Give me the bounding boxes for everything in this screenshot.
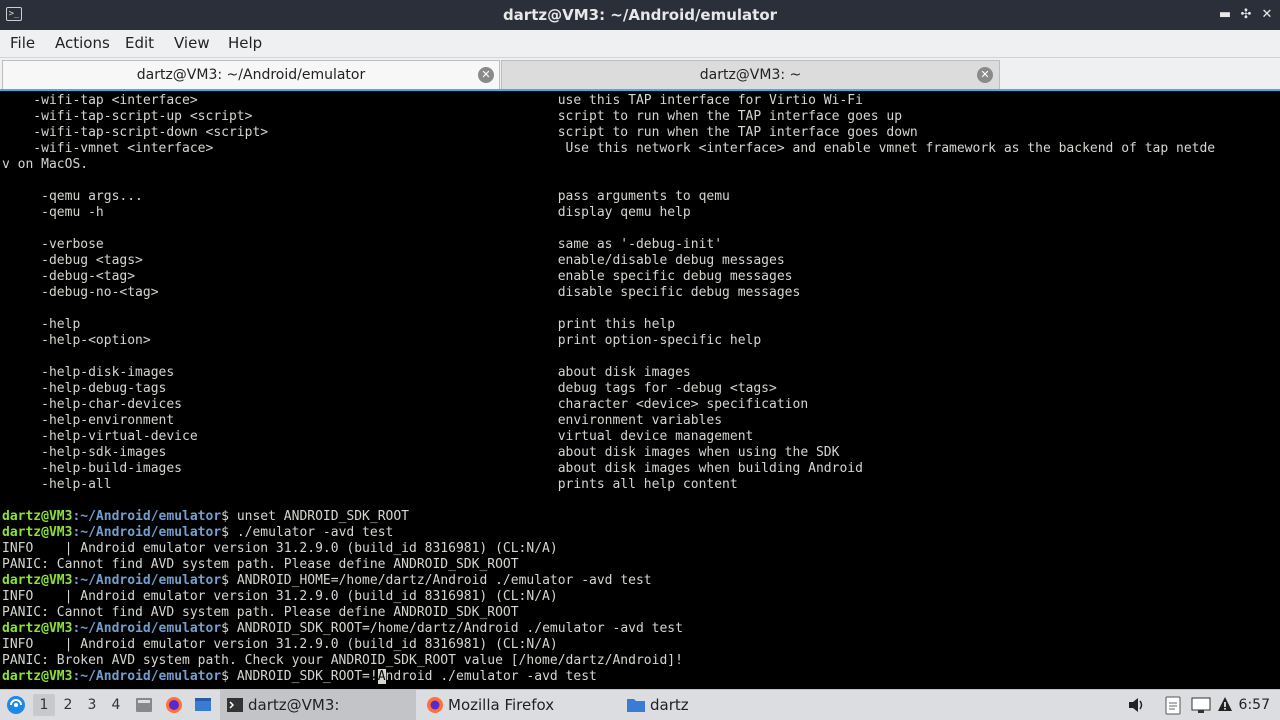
help-line: -help-virtual-device virtual device mana… <box>2 429 754 444</box>
output-line: PANIC: Broken AVD system path. Check you… <box>2 653 683 668</box>
window-titlebar[interactable]: >_ dartz@VM3: ~/Android/emulator ▬ ✣ ✕ <box>0 0 1280 30</box>
output-line: INFO | Android emulator version 31.2.9.0… <box>2 589 558 604</box>
prompt-user: dartz@VM3 <box>2 525 73 540</box>
prompt-user: dartz@VM3 <box>2 509 73 524</box>
menu-view[interactable]: View <box>174 30 210 56</box>
firefox-icon <box>427 697 443 713</box>
tab-close-icon[interactable]: ✕ <box>478 67 494 83</box>
command-line: dartz@VM3:~/Android/emulator$ ANDROID_SD… <box>2 621 683 637</box>
lubuntu-logo-icon[interactable] <box>4 690 30 720</box>
help-line: v on MacOS. <box>2 157 89 172</box>
window-title: dartz@VM3: ~/Android/emulator <box>502 6 778 24</box>
tab-label: dartz@VM3: ~ <box>699 67 802 83</box>
tab-close-icon[interactable]: ✕ <box>977 67 993 83</box>
network-icon[interactable] <box>1190 690 1212 720</box>
prompt-path: :~/Android/emulator <box>72 669 222 684</box>
help-line: -help-sdk-images about disk images when … <box>2 445 840 460</box>
help-line: -debug <tags> enable/disable debug messa… <box>2 253 785 268</box>
update-notifier-icon[interactable] <box>1215 690 1235 720</box>
command-text: $ ./emulator -avd test <box>221 525 394 540</box>
taskbar-window-label: dartz@VM3: ~/Androi... <box>248 696 340 714</box>
tab-bar: dartz@VM3: ~/Android/emulator ✕ dartz@VM… <box>0 58 1280 89</box>
help-line: -help-all prints all help content <box>2 477 738 492</box>
command-line: dartz@VM3:~/Android/emulator$ ANDROID_HO… <box>2 573 652 589</box>
show-desktop-icon[interactable] <box>193 690 215 720</box>
tab-label: dartz@VM3: ~/Android/emulator <box>136 67 366 83</box>
desktop-1[interactable]: 1 <box>33 694 55 716</box>
help-line: -help-build-images about disk images whe… <box>2 461 863 476</box>
menu-help[interactable]: Help <box>228 30 262 56</box>
taskbar-window-terminal[interactable]: dartz@VM3: ~/Androi... <box>220 690 416 720</box>
close-button[interactable]: ✕ <box>1258 6 1276 24</box>
command-line: dartz@VM3:~/Android/emulator$ ./emulator… <box>2 525 393 541</box>
desktop-3[interactable]: 3 <box>81 694 103 716</box>
help-line: -qemu args... pass arguments to qemu <box>2 189 730 204</box>
command-text: $ unset ANDROID_SDK_ROOT <box>221 509 410 524</box>
text-cursor: A <box>377 669 386 684</box>
help-line: -verbose same as '-debug-init' <box>2 237 723 252</box>
output-line: INFO | Android emulator version 31.2.9.0… <box>2 541 558 556</box>
desktop-4[interactable]: 4 <box>105 694 127 716</box>
taskbar: 1 2 3 4 dartz@VM3: ~/Androi... Mozilla F… <box>0 689 1280 720</box>
desktop-2[interactable]: 2 <box>57 694 79 716</box>
clock[interactable]: 6:57 <box>1239 690 1270 720</box>
taskbar-window-label: Mozilla Firefox <box>448 696 555 714</box>
help-line: -wifi-tap-script-down <script> script to… <box>2 125 918 140</box>
menu-file[interactable]: File <box>10 30 35 56</box>
help-line: -help print this help <box>2 317 676 332</box>
clipboard-icon[interactable] <box>1163 690 1183 720</box>
help-line: -wifi-vmnet <interface> Use this network… <box>2 141 1216 156</box>
terminal-icon <box>227 698 243 712</box>
menu-bar: File Actions Edit View Help <box>0 30 1280 58</box>
prompt-user: dartz@VM3 <box>2 669 73 684</box>
prompt-path: :~/Android/emulator <box>72 509 222 524</box>
help-line: -debug-<tag> enable specific debug messa… <box>2 269 793 284</box>
tab-emulator[interactable]: dartz@VM3: ~/Android/emulator ✕ <box>2 60 500 89</box>
help-line: -help-char-devices character <device> sp… <box>2 397 809 412</box>
prompt-path: :~/Android/emulator <box>72 525 222 540</box>
help-line: -debug-no-<tag> disable specific debug m… <box>2 285 801 300</box>
command-text: ndroid ./emulator -avd test <box>385 669 597 684</box>
help-line: -wifi-tap-script-up <script> script to r… <box>2 109 903 124</box>
taskbar-window-firefox[interactable]: Mozilla Firefox <box>420 690 616 720</box>
file-manager-icon[interactable] <box>134 690 156 720</box>
help-line: -help-disk-images about disk images <box>2 365 691 380</box>
menu-actions[interactable]: Actions <box>55 30 110 56</box>
taskbar-window-files[interactable]: dartz <box>620 690 816 720</box>
help-line: -help-debug-tags debug tags for -debug <… <box>2 381 777 396</box>
command-line: dartz@VM3:~/Android/emulator$ unset ANDR… <box>2 509 409 525</box>
maximize-button[interactable]: ✣ <box>1237 6 1255 24</box>
prompt-path: :~/Android/emulator <box>72 621 222 636</box>
firefox-icon[interactable] <box>164 690 186 720</box>
minimize-button[interactable]: ▬ <box>1216 6 1234 24</box>
help-line: -wifi-tap <interface> use this TAP inter… <box>2 93 863 108</box>
prompt-user: dartz@VM3 <box>2 621 73 636</box>
output-line: INFO | Android emulator version 31.2.9.0… <box>2 637 558 652</box>
current-input-line[interactable]: dartz@VM3:~/Android/emulator$ ANDROID_SD… <box>2 669 597 685</box>
tab-home[interactable]: dartz@VM3: ~ ✕ <box>501 60 1000 89</box>
command-text: $ ANDROID_SDK_ROOT=/home/dartz/Android .… <box>221 621 683 636</box>
output-line: PANIC: Cannot find AVD system path. Plea… <box>2 605 519 620</box>
terminal-output[interactable]: -wifi-tap <interface> use this TAP inter… <box>0 89 1280 685</box>
volume-icon[interactable] <box>1126 690 1146 720</box>
folder-icon <box>627 699 645 712</box>
prompt-user: dartz@VM3 <box>2 573 73 588</box>
prompt-path: :~/Android/emulator <box>72 573 222 588</box>
command-text: $ ANDROID_SDK_ROOT=! <box>221 669 378 684</box>
output-line: PANIC: Cannot find AVD system path. Plea… <box>2 557 519 572</box>
command-text: $ ANDROID_HOME=/home/dartz/Android ./emu… <box>221 573 652 588</box>
taskbar-window-label: dartz <box>650 696 689 714</box>
help-line: -help-<option> print option-specific hel… <box>2 333 762 348</box>
help-line: -help-environment environment variables <box>2 413 723 428</box>
help-line: -qemu -h display qemu help <box>2 205 691 220</box>
menu-edit[interactable]: Edit <box>125 30 154 56</box>
